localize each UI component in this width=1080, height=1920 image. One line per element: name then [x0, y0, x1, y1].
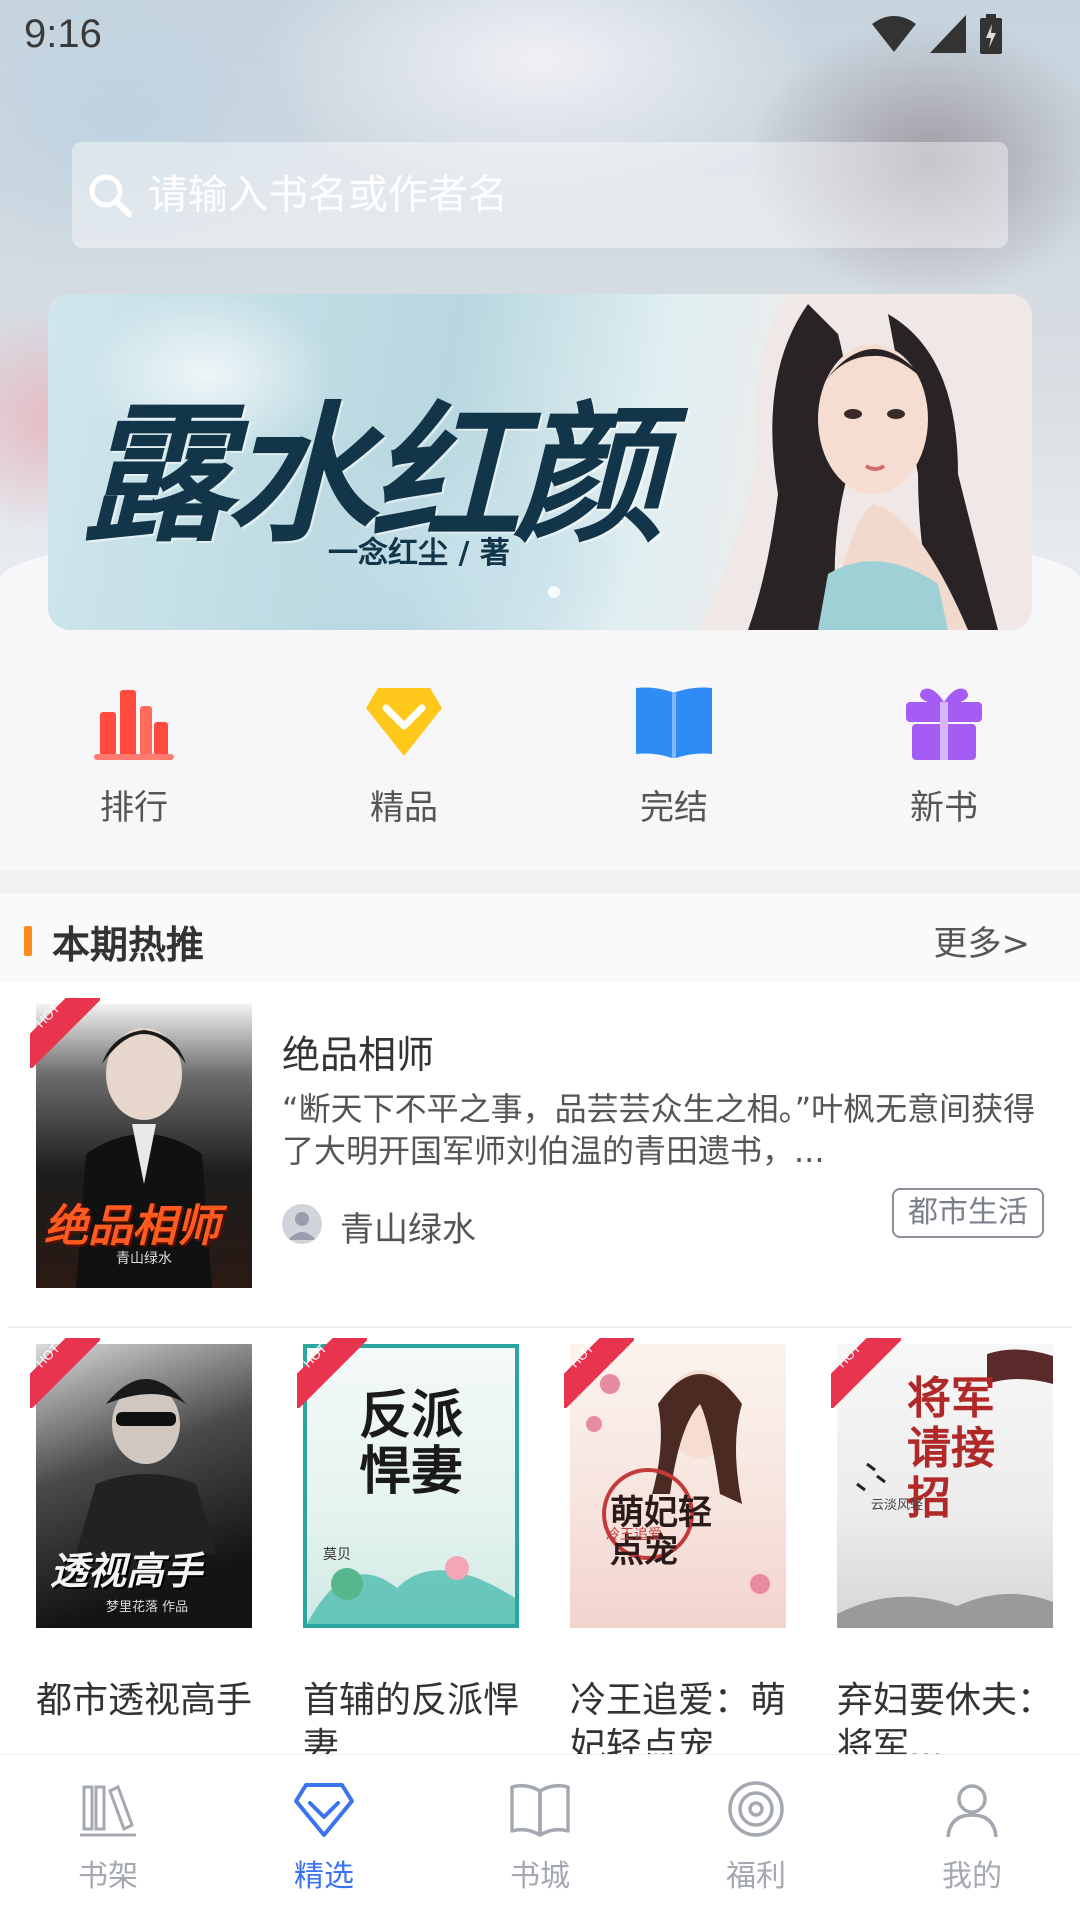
tab-welfare[interactable]: 福利 [676, 1777, 836, 1895]
cover-subtitle: 冷王追爱 [606, 1527, 662, 1543]
signal-icon [930, 15, 966, 53]
nav-ranking[interactable]: 排行 [64, 682, 204, 829]
nav-premium[interactable]: 精品 [334, 682, 474, 829]
section-accent-bar [24, 926, 32, 956]
search-icon [89, 174, 132, 217]
section-title: 本期热推 [52, 923, 205, 967]
quick-nav: 排行 精品 完结 新书 [0, 640, 1080, 870]
banner-author: 一念红尘 / 著 [328, 536, 510, 571]
status-bar: 9:16 [0, 0, 1080, 72]
tab-welfare-label: 福利 [726, 1859, 786, 1894]
more-link[interactable]: 更多> [934, 916, 1031, 965]
status-time: 9:16 [24, 12, 102, 56]
nav-ranking-label: 排行 [100, 788, 168, 828]
search-input[interactable] [148, 172, 1008, 218]
nav-completed-label: 完结 [640, 788, 708, 828]
battery-icon [980, 14, 1002, 54]
featured-title: 绝品相师 [282, 1033, 435, 1077]
tab-featured-label: 精选 [294, 1859, 354, 1894]
nav-new-books[interactable]: 新书 [874, 682, 1014, 829]
featured-book[interactable]: 绝品相师 青山绿水 HOT 绝品相师 “断天下不平之事，品芸芸众生之相。”叶枫无… [0, 1000, 1080, 1288]
tab-bookshelf[interactable]: 书架 [28, 1777, 188, 1895]
hot-badge: HOT [831, 1338, 901, 1408]
tab-profile[interactable]: 我的 [892, 1777, 1052, 1895]
cover-subtitle: 莫贝 [323, 1547, 351, 1563]
bar-chart-icon [94, 690, 174, 760]
featured-category-tag[interactable]: 都市生活 [892, 1188, 1044, 1238]
diamond-outline-icon [294, 1783, 354, 1837]
featured-description: “断天下不平之事，品芸芸众生之相。”叶枫无意间获得了大明开国军师刘伯温的青田遗书… [282, 1090, 1036, 1170]
gift-icon [906, 688, 982, 760]
section-divider [0, 870, 1080, 894]
bookshelf-icon [80, 1784, 136, 1837]
tab-featured[interactable]: 精选 [244, 1777, 404, 1895]
cover-subtitle: 云淡风轻 [871, 1498, 924, 1513]
status-icons [872, 14, 1002, 54]
nav-completed[interactable]: 完结 [604, 682, 744, 829]
featured-author: 青山绿水 [340, 1210, 476, 1250]
cover-subtitle: 梦里花落 作品 [106, 1600, 189, 1615]
tab-profile-label: 我的 [942, 1859, 1002, 1894]
promo-banner[interactable]: 露水红颜 一念红尘 / 著 [48, 294, 1032, 630]
hot-badge: HOT [30, 1338, 100, 1408]
welfare-circle-icon [728, 1781, 784, 1837]
tab-bookstore-label: 书城 [510, 1859, 570, 1894]
hot-badge: HOT [30, 998, 100, 1068]
author-avatar-icon [282, 1204, 322, 1244]
section-header: 本期热推 更多> [0, 894, 1080, 982]
wifi-icon [872, 16, 916, 52]
hot-section: 本期热推 更多> 绝品相师 青山绿水 HOT 绝品相师 “断天下不平之事，品芸芸… [0, 894, 1080, 1767]
cover-title: 反派悍妻 [359, 1385, 464, 1502]
banner-page-indicator [548, 586, 560, 598]
user-icon [946, 1784, 998, 1838]
diamond-icon [366, 688, 442, 756]
search-bar[interactable] [72, 142, 1008, 248]
list-divider [8, 1326, 1072, 1328]
cover-title: 绝品相师 [44, 1201, 220, 1252]
cover-title: 透视高手 [50, 1549, 203, 1593]
tab-bookshelf-label: 书架 [78, 1859, 138, 1894]
banner-illustration [698, 294, 1032, 630]
hot-badge: HOT [297, 1338, 367, 1408]
book-icon [510, 1783, 570, 1837]
open-book-icon [636, 687, 712, 758]
nav-premium-label: 精品 [370, 788, 438, 828]
nav-new-books-label: 新书 [910, 788, 978, 828]
cover-author: 青山绿水 [116, 1251, 172, 1267]
cover-title: 将军请接招 [907, 1373, 995, 1524]
tab-bookstore[interactable]: 书城 [460, 1777, 620, 1895]
hot-badge: HOT [564, 1338, 634, 1408]
bottom-tab-bar: 书架 精选 书城 福利 我的 [0, 1754, 1080, 1920]
